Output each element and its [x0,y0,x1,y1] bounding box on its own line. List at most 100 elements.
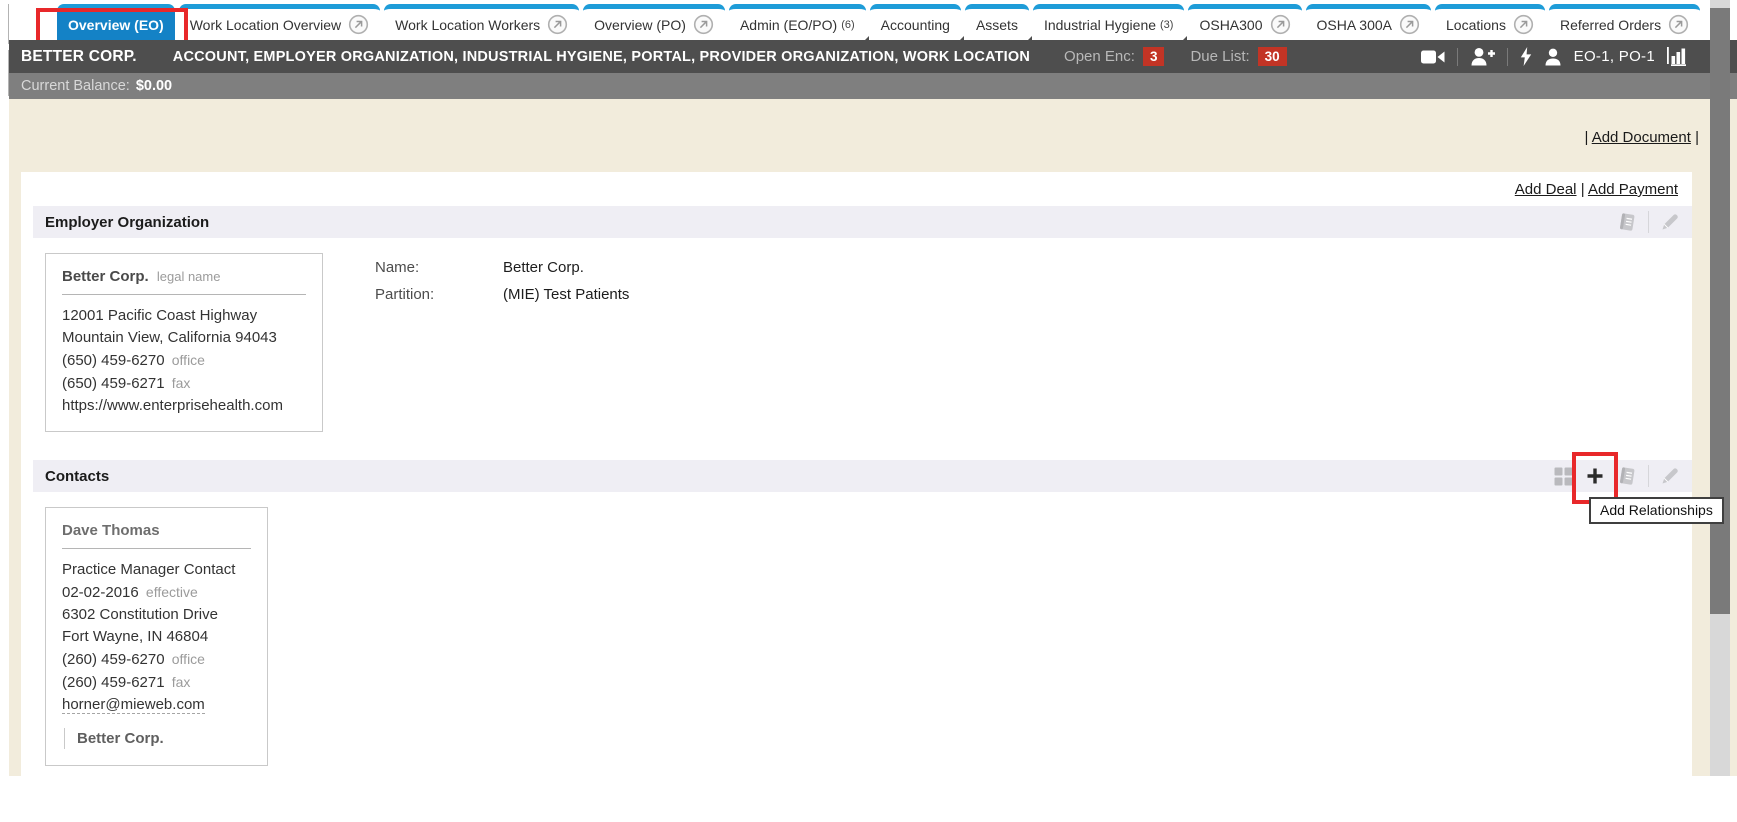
divider [1648,465,1649,487]
tab-label: Admin (EO/PO) [740,17,837,33]
add-payment-link[interactable]: Add Payment [1588,181,1678,198]
field-value: (MIE) Test Patients [503,285,629,305]
tab-osha-300a[interactable]: OSHA 300A [1306,4,1432,40]
lightning-icon[interactable] [1520,47,1532,66]
card-fax-phone: (650) 459-6271 [62,375,165,392]
vertical-scrollbar[interactable] [1710,0,1730,776]
employer-organization-fields: Name: Better Corp. Partition: (MIE) Test… [375,253,629,312]
field-value: Better Corp. [503,258,584,278]
contact-email-link[interactable]: horner@mieweb.com [62,696,205,714]
tab-label: Industrial Hygiene [1044,17,1156,33]
office-label: office [172,651,205,667]
contact-role: Practice Manager Contact [62,559,251,581]
open-in-new-icon[interactable] [1399,14,1420,35]
card-website: https://www.enterprisehealth.com [62,395,306,417]
open-enc-badge[interactable]: 3 [1143,47,1165,66]
section-title: Contacts [45,468,1549,485]
add-document-row: | Add Document | [21,129,1737,150]
tab-osha300[interactable]: OSHA300 [1188,4,1301,40]
tab-accounting[interactable]: Accounting [870,4,961,40]
add-deal-link[interactable]: Add Deal [1515,181,1577,198]
tab-label: Overview (PO) [594,17,686,33]
user-context-label[interactable]: EO-1, PO-1 [1574,48,1655,65]
due-list-label: Due List: [1190,48,1249,65]
tab-label: Accounting [881,17,950,33]
tab-overview-po[interactable]: Overview (PO) [583,4,725,40]
organization-name: BETTER CORP. [21,48,137,66]
tab-label: Work Location Workers [395,17,540,33]
fax-label: fax [172,674,191,690]
audit-log-book-icon[interactable] [1613,463,1641,489]
card-divider [62,294,306,295]
contact-fax-phone: (260) 459-6271 [62,674,165,691]
tab-label: Referred Orders [1560,17,1661,33]
employer-organization-body: Better Corp. legal name 12001 Pacific Co… [21,238,1692,460]
tab-label: Work Location Overview [190,17,341,33]
tab-overview-eo[interactable]: Overview (EO) [57,4,175,40]
balance-label: Current Balance: [21,78,130,94]
divider [1507,48,1508,66]
video-camera-icon[interactable] [1421,49,1445,65]
open-in-new-icon[interactable] [693,14,714,35]
tab-label: Overview (EO) [68,17,164,33]
tab-assets[interactable]: Assets [965,4,1029,40]
tab-label: Assets [976,17,1018,33]
contacts-section-bar: Contacts Add Relationships [33,460,1692,492]
contacts-body: Dave Thomas Practice Manager Contact 02-… [21,492,1692,766]
contact-card: Dave Thomas Practice Manager Contact 02-… [45,507,268,766]
open-in-new-icon[interactable] [1513,14,1534,35]
card-divider [62,548,251,549]
tab-count: (6) [841,19,854,31]
tab-admin-eo-po[interactable]: Admin (EO/PO) (6) [729,4,866,40]
pipe: | [1584,129,1588,146]
fax-label: fax [172,375,191,391]
card-office-phone: (650) 459-6270 [62,352,165,369]
organization-categories: ACCOUNT, EMPLOYER ORGANIZATION, INDUSTRI… [173,49,1030,65]
edit-pencil-icon[interactable] [1656,463,1684,489]
tab-industrial-hygiene[interactable]: Industrial Hygiene (3) [1033,4,1185,40]
field-row-name: Name: Better Corp. [375,258,629,278]
contact-office-phone: (260) 459-6270 [62,651,165,668]
field-label: Name: [375,258,503,278]
legal-name-label: legal name [157,269,221,284]
effective-label: effective [146,584,198,600]
pipe: | [1581,181,1585,198]
tab-referred-orders[interactable]: Referred Orders [1549,4,1700,40]
person-icon[interactable] [1544,48,1562,66]
grid-view-icon[interactable] [1549,463,1577,489]
add-relationships-button[interactable]: Add Relationships [1581,463,1609,489]
main-content: | Add Document | Add Deal | Add Payment … [9,99,1737,776]
contact-name: Dave Thomas [62,522,160,539]
tab-count: (3) [1160,19,1173,31]
due-list-badge[interactable]: 30 [1258,47,1287,66]
office-label: office [172,352,205,368]
employer-organization-section-bar: Employer Organization [33,206,1692,238]
tab-work-location-overview[interactable]: Work Location Overview [179,4,380,40]
open-in-new-icon[interactable] [348,14,369,35]
bar-chart-icon[interactable] [1667,47,1689,66]
tab-bar: Overview (EO) Work Location Overview Wor… [9,0,1709,40]
open-in-new-icon[interactable] [547,14,568,35]
divider [1648,211,1649,233]
open-enc-label: Open Enc: [1064,48,1135,65]
tab-label: OSHA 300A [1317,17,1393,33]
open-encounters[interactable]: Open Enc: 3 [1064,47,1190,66]
context-header: BETTER CORP. ACCOUNT, EMPLOYER ORGANIZAT… [9,40,1737,73]
card-address-line2: Mountain View, California 94043 [62,327,306,349]
edit-pencil-icon[interactable] [1656,209,1684,235]
card-address-line1: 12001 Pacific Coast Highway [62,305,306,327]
tab-work-location-workers[interactable]: Work Location Workers [384,4,579,40]
overview-panel: Add Deal | Add Payment Employer Organiza… [21,172,1692,822]
contact-effective-date: 02-02-2016 [62,584,139,601]
add-person-icon[interactable] [1470,47,1495,66]
card-org-name: Better Corp. [62,268,149,285]
tab-label: Locations [1446,17,1506,33]
open-in-new-icon[interactable] [1270,14,1291,35]
audit-log-book-icon[interactable] [1613,209,1641,235]
due-list[interactable]: Due List: 30 [1190,47,1286,66]
contact-address-line1: 6302 Constitution Drive [62,604,251,626]
add-document-link[interactable]: Add Document [1592,129,1691,146]
open-in-new-icon[interactable] [1668,14,1689,35]
balance-value: $0.00 [136,78,172,94]
tab-locations[interactable]: Locations [1435,4,1545,40]
